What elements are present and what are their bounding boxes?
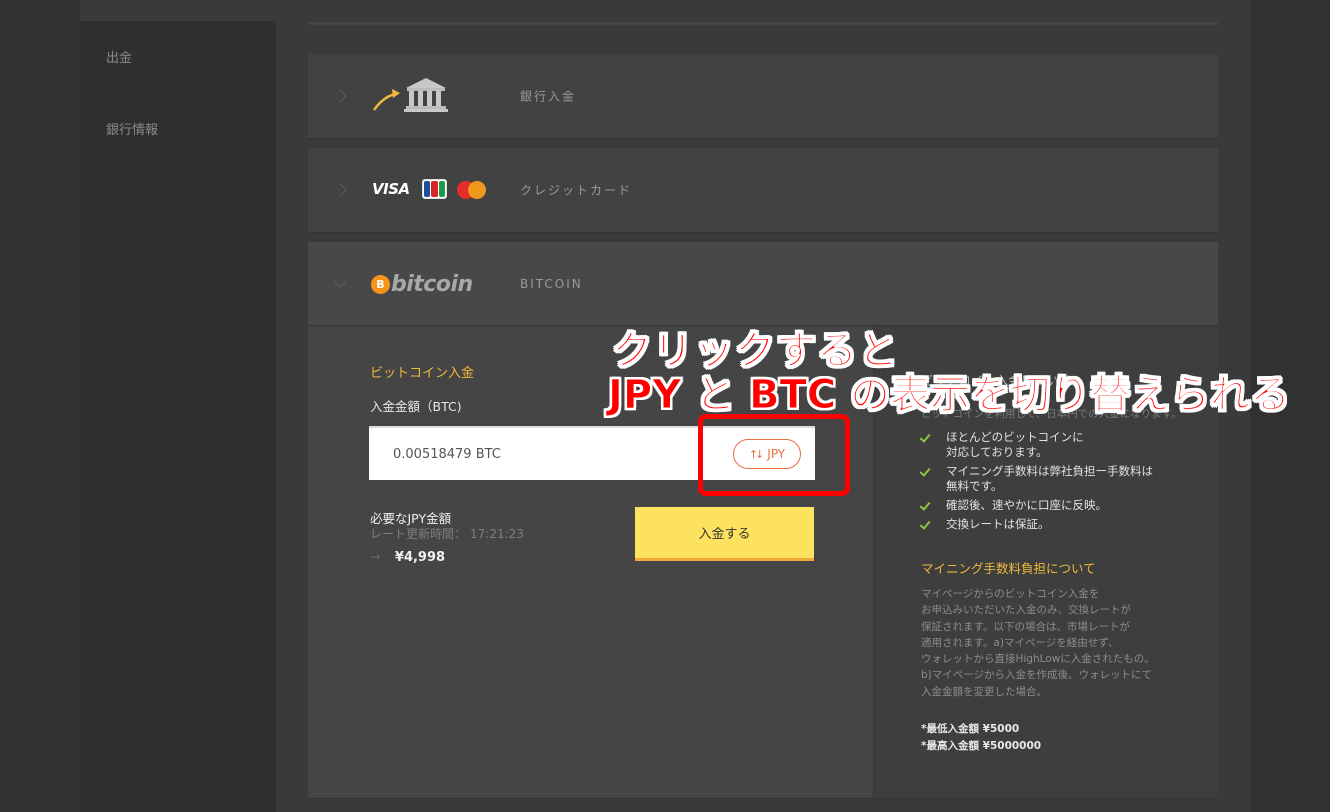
jcb-icon [422,179,447,199]
method-bank-label: 銀行入金 [520,89,577,104]
method-credit-header[interactable]: VISA クレジットカード [308,148,1218,232]
info-panel: ビットコイン入金について ビットコインを利用して、日本円での入金になります。 ほ… [873,326,1218,798]
visa-icon: VISA [372,180,410,198]
rate-update-time: レート更新時間： 17:21:23 [370,525,524,542]
bitcoin-icon: B [371,275,390,294]
arrow-right-icon: → [370,550,381,565]
deposit-limits: *最低入金額 ¥5000 *最高入金額 ¥5000000 [921,721,1041,755]
amount-input[interactable] [369,428,689,480]
chevron-down-icon [334,274,347,288]
method-bitcoin-header[interactable]: B bitcoin BITCOIN [308,242,1218,326]
rate-label: レート更新時間： [370,527,467,541]
currency-toggle-label: JPY [767,447,786,461]
max-deposit: *最高入金額 ¥5000000 [921,740,1042,752]
method-credit[interactable]: VISA クレジットカード [308,148,1218,232]
chevron-right-icon [334,89,347,103]
amount-input-box: ↑↓ JPY [369,426,815,480]
feature-item: 確認後、速やかに口座に反映。 [919,498,1210,513]
feature-item: ほとんどのビットコインに 対応しております。 [919,430,1210,460]
info-heading: ビットコイン入金について [921,373,1071,388]
mining-fee-link[interactable]: マイニング手数料負担について [921,558,1096,577]
jpy-amount-value: ¥4,998 [394,550,446,565]
method-bank-header[interactable]: 銀行入金 [308,54,1218,138]
sidebar-item-withdraw[interactable]: 出金 [106,47,132,66]
currency-toggle-button[interactable]: ↑↓ JPY [733,439,801,469]
bitcoin-logo-text: bitcoin [391,272,473,297]
check-icon [919,431,931,443]
check-icon [919,499,931,511]
main-content: 銀行入金 VISA クレジットカード B bitcoin BITCOIN ビット… [276,0,1250,812]
jpy-amount: → ¥4,998 [370,550,445,565]
sidebar: 出金 銀行情報 [80,21,276,812]
swap-arrows-icon: ↑↓ [748,447,765,461]
mastercard-icon [456,180,488,200]
section-title: ビットコイン入金 [370,366,475,381]
divider [308,22,1218,25]
amount-label: 入金金額（BTC) [370,399,462,414]
feature-item: マイニング手数料は弊社負担ー手数料は 無料です。 [919,464,1210,494]
bank-icon [370,76,450,120]
method-bitcoin-label: BITCOIN [520,276,583,291]
rate-time-value: 17:21:23 [470,527,524,541]
sidebar-item-bank-info[interactable]: 銀行情報 [106,119,158,138]
mining-fee-text: マイページからのビットコイン入金を お申込みいただいた入金のみ、交換レートが 保… [921,588,1155,698]
bitcoin-form: ビットコイン入金 入金金額（BTC) ↑↓ JPY 必要なJPY金額 レート更新… [308,326,1218,798]
deposit-button[interactable]: 入金する [635,507,814,561]
check-icon [919,518,931,530]
method-credit-label: クレジットカード [520,183,633,198]
min-deposit: *最低入金額 ¥5000 [921,723,1020,735]
bitcoin-logo: B bitcoin [371,272,473,297]
method-bitcoin: B bitcoin BITCOIN ビットコイン入金 入金金額（BTC) ↑↓ … [308,242,1218,798]
info-subtext: ビットコインを利用して、日本円での入金になります。 [921,408,1182,420]
method-bank[interactable]: 銀行入金 [308,54,1218,138]
check-icon [919,465,931,477]
chevron-right-icon [334,183,347,197]
feature-list: ほとんどのビットコインに 対応しております。 マイニング手数料は弊社負担ー手数料は… [919,430,1210,536]
feature-item: 交換レートは保証。 [919,517,1210,532]
right-gutter [1250,0,1330,812]
